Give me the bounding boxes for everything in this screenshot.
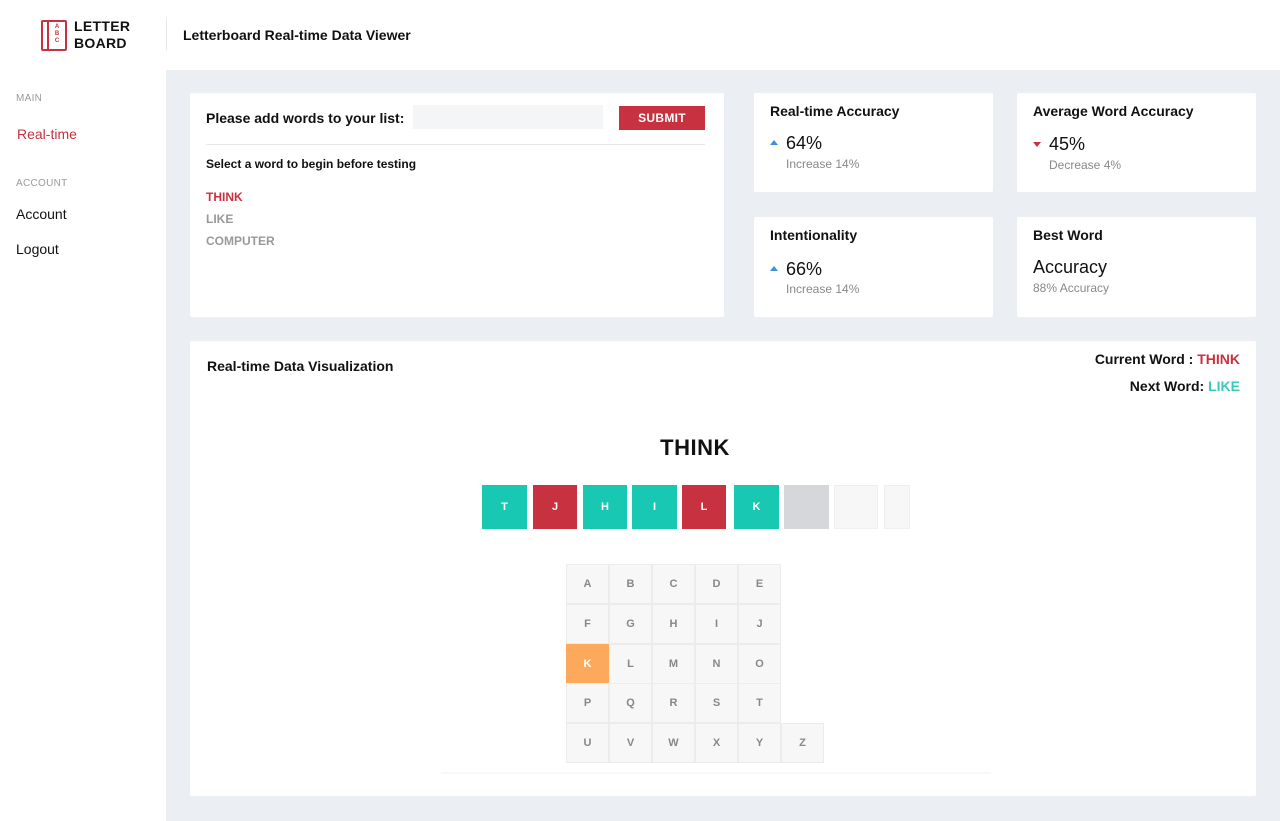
word-list-divider	[206, 144, 705, 145]
letter-key[interactable]: O	[738, 644, 781, 684]
stat-change: Increase 14%	[786, 282, 860, 296]
letter-keyboard: ABCDE FGHIJ KLMNO PQRST UVWXYZ	[566, 564, 826, 763]
letter-tile: K	[734, 485, 779, 529]
word-list-prompt: Please add words to your list:	[206, 110, 405, 126]
next-word-indicator: Next Word: LIKE	[1130, 378, 1240, 394]
letter-tile	[834, 485, 878, 529]
logo-text: LETTER BOARD	[74, 18, 130, 52]
visualization-baseline	[441, 772, 991, 774]
letter-key[interactable]: X	[695, 723, 738, 763]
target-word: THINK	[660, 435, 730, 460]
letter-key[interactable]: L	[609, 644, 652, 684]
next-word-label: Next Word:	[1129, 378, 1209, 394]
letterboard-logo-icon: A B C	[41, 19, 67, 51]
current-word-value: THINK	[1197, 351, 1240, 367]
visualization-title: Real-time Data Visualization	[207, 358, 394, 374]
trend-up-icon	[770, 266, 778, 271]
letter-key[interactable]: M	[652, 644, 695, 684]
logo-letters: A B C	[52, 24, 62, 45]
letter-tile: I	[632, 485, 677, 529]
logo-line-2: BOARD	[74, 35, 127, 51]
app-logo[interactable]: A B C LETTER BOARD	[41, 18, 130, 52]
letter-key[interactable]: C	[652, 564, 695, 604]
letter-key[interactable]: N	[695, 644, 738, 684]
best-word-card: Best Word Accuracy 88% Accuracy	[1017, 217, 1256, 317]
letter-key[interactable]: K	[566, 644, 609, 684]
word-list-item[interactable]: THINK	[206, 190, 243, 204]
best-word-value: Accuracy	[1033, 257, 1108, 277]
next-word-value: LIKE	[1208, 378, 1240, 394]
trend-down-icon	[1033, 142, 1041, 147]
letter-key[interactable]: Y	[738, 723, 781, 763]
letter-key[interactable]: V	[609, 723, 652, 763]
logo-letter-b: B	[54, 30, 60, 37]
top-header: A B C LETTER BOARD Letterboard Real-time…	[0, 0, 1280, 70]
letter-key[interactable]: A	[566, 564, 609, 604]
card-title: Average Word Accuracy	[1033, 103, 1194, 119]
add-word-input[interactable]	[413, 105, 603, 129]
trend-up-icon	[770, 140, 778, 145]
stat-change: Increase 14%	[786, 157, 860, 171]
letter-key[interactable]: E	[738, 564, 781, 604]
average-word-accuracy-card: Average Word Accuracy 45% Decrease 4%	[1017, 93, 1256, 192]
letter-key[interactable]: T	[738, 683, 781, 723]
letter-key[interactable]: Q	[609, 683, 652, 723]
card-title: Real-time Accuracy	[770, 103, 900, 119]
page-title: Letterboard Real-time Data Viewer	[183, 27, 411, 43]
letter-tile	[884, 485, 910, 529]
current-word-indicator: Current Word : THINK	[1095, 351, 1240, 367]
letter-key[interactable]: F	[566, 604, 609, 644]
sidebar-section-account: ACCOUNT	[16, 178, 68, 189]
letter-key[interactable]: H	[652, 604, 695, 644]
card-title: Intentionality	[770, 227, 858, 243]
submit-button[interactable]: SUBMIT	[619, 106, 705, 130]
letter-key[interactable]: R	[652, 683, 695, 723]
letter-key[interactable]: B	[609, 564, 652, 604]
letter-key[interactable]: S	[695, 683, 738, 723]
letter-key[interactable]: P	[566, 683, 609, 723]
visualization-card: Real-time Data Visualization Current Wor…	[190, 341, 1256, 796]
stat-change: Decrease 4%	[1049, 158, 1122, 172]
card-title: Best Word	[1033, 227, 1103, 243]
sidebar-item-realtime[interactable]: Real-time	[17, 126, 77, 142]
word-list-hint: Select a word to begin before testing	[206, 157, 417, 171]
letter-tile: J	[533, 485, 577, 529]
letter-key[interactable]: G	[609, 604, 652, 644]
letter-key[interactable]: W	[652, 723, 695, 763]
header-divider	[166, 18, 167, 50]
letter-key[interactable]: J	[738, 604, 781, 644]
word-list-card: Please add words to your list: SUBMIT Se…	[190, 93, 724, 317]
logo-letter-a: A	[54, 23, 60, 30]
intentionality-card: Intentionality 66% Increase 14%	[754, 217, 993, 317]
logo-letter-c: C	[54, 37, 60, 44]
letter-key[interactable]: D	[695, 564, 738, 604]
stat-value: 64%	[786, 133, 823, 153]
sidebar-item-logout[interactable]: Logout	[16, 241, 59, 257]
sidebar: MAIN Real-time ACCOUNT Account Logout	[0, 70, 166, 821]
stat-value: 45%	[1049, 134, 1086, 154]
sidebar-item-account[interactable]: Account	[16, 206, 67, 222]
letter-tile: T	[482, 485, 527, 529]
logo-line-1: LETTER	[74, 18, 131, 34]
letter-tile	[784, 485, 829, 529]
letter-key[interactable]: I	[695, 604, 738, 644]
letter-tile: L	[682, 485, 726, 529]
best-word-accuracy: 88% Accuracy	[1033, 281, 1110, 295]
word-list-item[interactable]: COMPUTER	[206, 234, 275, 248]
realtime-accuracy-card: Real-time Accuracy 64% Increase 14%	[754, 93, 993, 192]
word-list-item[interactable]: LIKE	[206, 212, 233, 226]
current-word-label: Current Word :	[1094, 351, 1198, 367]
letter-key[interactable]: Z	[781, 723, 824, 763]
letter-tile: H	[583, 485, 627, 529]
stat-value: 66%	[786, 259, 823, 279]
sidebar-section-main: MAIN	[16, 93, 43, 104]
letter-key[interactable]: U	[566, 723, 609, 763]
